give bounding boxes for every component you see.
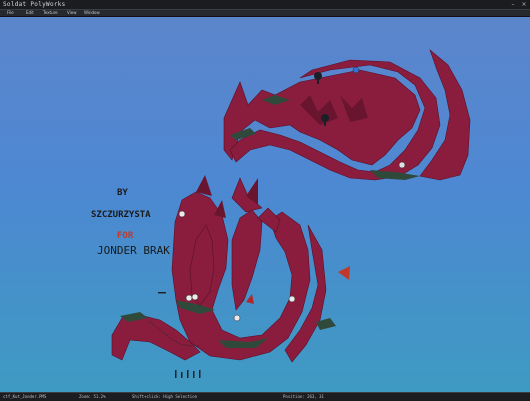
spawn-marker-icon xyxy=(185,294,193,302)
credit-author: SZCZURZYSTA xyxy=(91,210,151,220)
scenery-post xyxy=(181,372,183,378)
scenery-post xyxy=(158,292,166,294)
tree-icon xyxy=(321,114,329,122)
menu-file[interactable]: File xyxy=(7,10,14,16)
spawn-marker-icon xyxy=(178,210,186,218)
spawn-marker-icon xyxy=(352,66,360,74)
title-bar: Soldat PolyWorks – × xyxy=(0,0,530,10)
spawn-marker-icon xyxy=(398,161,406,169)
menu-bar: File Edit Texture View Window xyxy=(0,10,530,17)
spawn-marker-icon xyxy=(288,295,296,303)
red-flag-icon xyxy=(246,294,254,304)
scenery-post xyxy=(187,370,189,378)
spawn-marker-icon xyxy=(233,314,241,322)
credit-for: FOR xyxy=(117,231,134,241)
red-flag-icon xyxy=(338,266,350,280)
scenery-post xyxy=(199,370,201,378)
app-title: Soldat PolyWorks xyxy=(3,1,66,8)
credit-recipient: JONDER BRAK xyxy=(97,244,170,257)
minimize-button[interactable]: – xyxy=(509,0,517,9)
credit-by: BY xyxy=(117,188,128,198)
menu-texture[interactable]: Texture xyxy=(43,10,58,16)
scenery-post xyxy=(175,370,177,378)
window-controls: – × xyxy=(509,0,528,9)
menu-edit[interactable]: Edit xyxy=(26,10,34,16)
tree-icon xyxy=(314,72,322,80)
menu-window[interactable]: Window xyxy=(84,10,100,16)
menu-view[interactable]: View xyxy=(67,10,77,16)
close-button[interactable]: × xyxy=(520,0,528,9)
map-polygons[interactable] xyxy=(0,17,530,392)
terrain-polygon xyxy=(231,209,263,311)
spawn-marker-icon xyxy=(191,293,199,301)
scenery-post xyxy=(193,371,195,378)
map-canvas[interactable]: BY SZCZURZYSTA FOR JONDER BRAK xyxy=(0,17,530,392)
